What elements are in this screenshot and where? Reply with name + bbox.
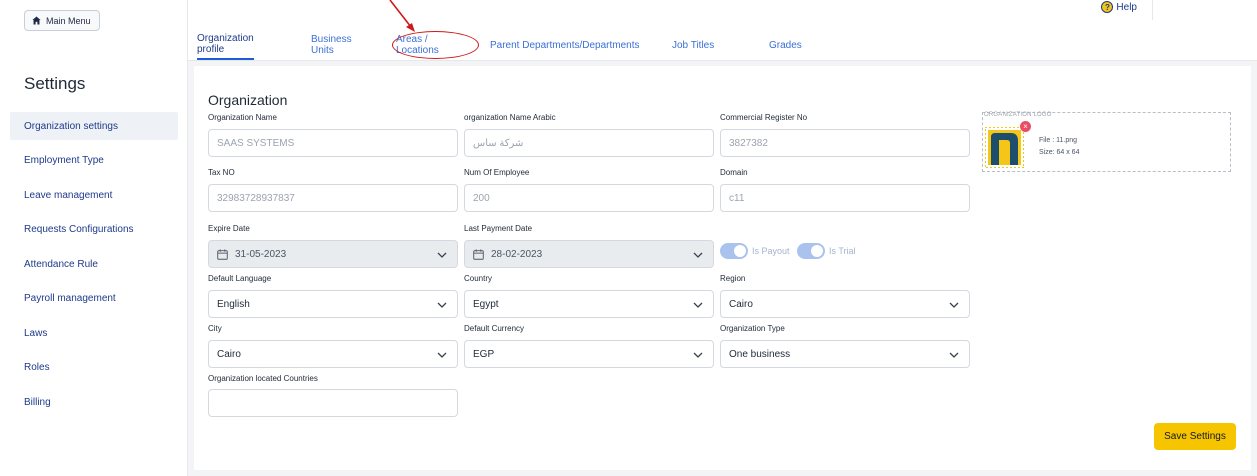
main-menu-button[interactable]: Main Menu: [24, 10, 100, 31]
save-settings-button[interactable]: Save Settings: [1154, 423, 1236, 450]
is-trial-group: Is Trial: [797, 243, 856, 259]
sidebar-item-attendance-rule[interactable]: Attendance Rule: [10, 250, 178, 278]
tab-grades[interactable]: Grades: [769, 30, 802, 60]
last-payment-value: 28-02-2023: [491, 248, 543, 260]
org-type-label: Organization Type: [720, 324, 785, 333]
logo-file-size: Size: 64 x 64: [1039, 149, 1080, 156]
country-select[interactable]: Egypt: [464, 290, 714, 318]
is-trial-label: Is Trial: [829, 246, 856, 256]
sidebar-item-roles[interactable]: Roles: [10, 354, 178, 382]
chevron-down-icon: [693, 352, 703, 358]
chevron-down-icon: [437, 302, 447, 308]
default-currency-value: EGP: [473, 348, 495, 360]
region-select[interactable]: Cairo: [720, 290, 970, 318]
remove-logo-icon[interactable]: ×: [1020, 121, 1031, 132]
num-employee-label: Num Of Employee: [464, 168, 530, 177]
expire-date-value: 31-05-2023: [235, 248, 287, 260]
region-label: Region: [720, 274, 746, 283]
tax-no-label: Tax NO: [208, 168, 235, 177]
chevron-down-icon: [693, 302, 703, 308]
city-value: Cairo: [217, 348, 241, 360]
org-type-select[interactable]: One business: [720, 340, 970, 368]
sidebar-item-leave-management[interactable]: Leave management: [10, 181, 178, 209]
default-currency-label: Default Currency: [464, 324, 525, 333]
located-countries-input[interactable]: [208, 389, 458, 417]
expire-date-picker[interactable]: 31-05-2023: [208, 240, 458, 268]
tax-no-input[interactable]: 32983728937837: [208, 184, 458, 212]
sidebar-item-employment-type[interactable]: Employment Type: [10, 147, 178, 175]
sidebar-item-requests-configurations[interactable]: Requests Configurations: [10, 216, 178, 244]
default-currency-select[interactable]: EGP: [464, 340, 714, 368]
default-language-select[interactable]: English: [208, 290, 458, 318]
org-name-ar-input[interactable]: شركة ساس: [464, 129, 714, 157]
sidebar-nav: Organization settings Employment Type Le…: [10, 112, 178, 423]
tab-job-titles[interactable]: Job Titles: [672, 30, 714, 60]
num-employee-input[interactable]: 200: [464, 184, 714, 212]
sidebar: Main Menu Settings Organization settings…: [0, 0, 188, 476]
top-bar: ? Help Organization profile Business Uni…: [188, 0, 1257, 61]
is-payout-label: Is Payout: [752, 246, 790, 256]
organization-logo-image: [985, 127, 1024, 168]
tab-parent-departments[interactable]: Parent Departments/Departments: [490, 30, 640, 60]
chevron-down-icon: [949, 352, 959, 358]
chevron-down-icon: [437, 252, 447, 258]
country-label: Country: [464, 274, 493, 283]
org-name-ar-label: organization Name Arabic: [464, 113, 556, 122]
organization-card: Organization Organization Name SAAS SYST…: [194, 66, 1251, 470]
help-label: Help: [1116, 1, 1137, 13]
chevron-down-icon: [437, 352, 447, 358]
section-title: Organization: [208, 92, 288, 108]
default-language-value: English: [217, 298, 250, 310]
commercial-reg-label: Commercial Register No: [720, 113, 808, 122]
org-name-label: Organization Name: [208, 113, 277, 122]
org-name-input[interactable]: SAAS SYSTEMS: [208, 129, 458, 157]
expire-date-label: Expire Date: [208, 224, 250, 233]
tab-areas-locations[interactable]: Areas / Locations: [396, 30, 439, 60]
settings-title: Settings: [24, 74, 86, 93]
located-countries-label: Organization located Countries: [208, 374, 318, 383]
last-payment-label: Last Payment Date: [464, 224, 533, 233]
home-icon: [32, 16, 41, 25]
is-payout-group: Is Payout: [720, 243, 790, 259]
tab-business-units[interactable]: Business Units: [311, 30, 352, 60]
logo-label: ORGANIZATION LOGO: [984, 112, 1052, 118]
sidebar-item-organization-settings[interactable]: Organization settings: [10, 112, 178, 140]
help-icon: ?: [1101, 1, 1114, 13]
org-type-value: One business: [729, 348, 791, 360]
sidebar-item-laws[interactable]: Laws: [10, 319, 178, 347]
country-value: Egypt: [473, 298, 499, 310]
chevron-down-icon: [949, 302, 959, 308]
is-payout-toggle[interactable]: [720, 243, 748, 259]
main-menu-label: Main Menu: [46, 15, 91, 26]
calendar-icon: [217, 248, 228, 260]
divider: [1152, 0, 1153, 20]
calendar-icon: [473, 248, 484, 260]
sidebar-item-billing[interactable]: Billing: [10, 388, 178, 416]
logo-uploader[interactable]: ORGANIZATION LOGO × File : 11.png Size: …: [982, 112, 1231, 172]
city-select[interactable]: Cairo: [208, 340, 458, 368]
region-value: Cairo: [729, 298, 753, 310]
default-language-label: Default Language: [208, 274, 272, 283]
commercial-reg-input[interactable]: 3827382: [720, 129, 970, 157]
is-trial-toggle[interactable]: [797, 243, 825, 259]
city-label: City: [208, 324, 222, 333]
sidebar-item-payroll-management[interactable]: Payroll management: [10, 285, 178, 313]
tab-organization-profile[interactable]: Organization profile: [197, 30, 254, 60]
logo-file-name: File : 11.png: [1039, 137, 1078, 144]
domain-input[interactable]: c11: [720, 184, 970, 212]
domain-label: Domain: [720, 168, 748, 177]
last-payment-picker[interactable]: 28-02-2023: [464, 240, 714, 268]
help-link[interactable]: ? Help: [1101, 1, 1137, 13]
chevron-down-icon: [693, 252, 703, 258]
